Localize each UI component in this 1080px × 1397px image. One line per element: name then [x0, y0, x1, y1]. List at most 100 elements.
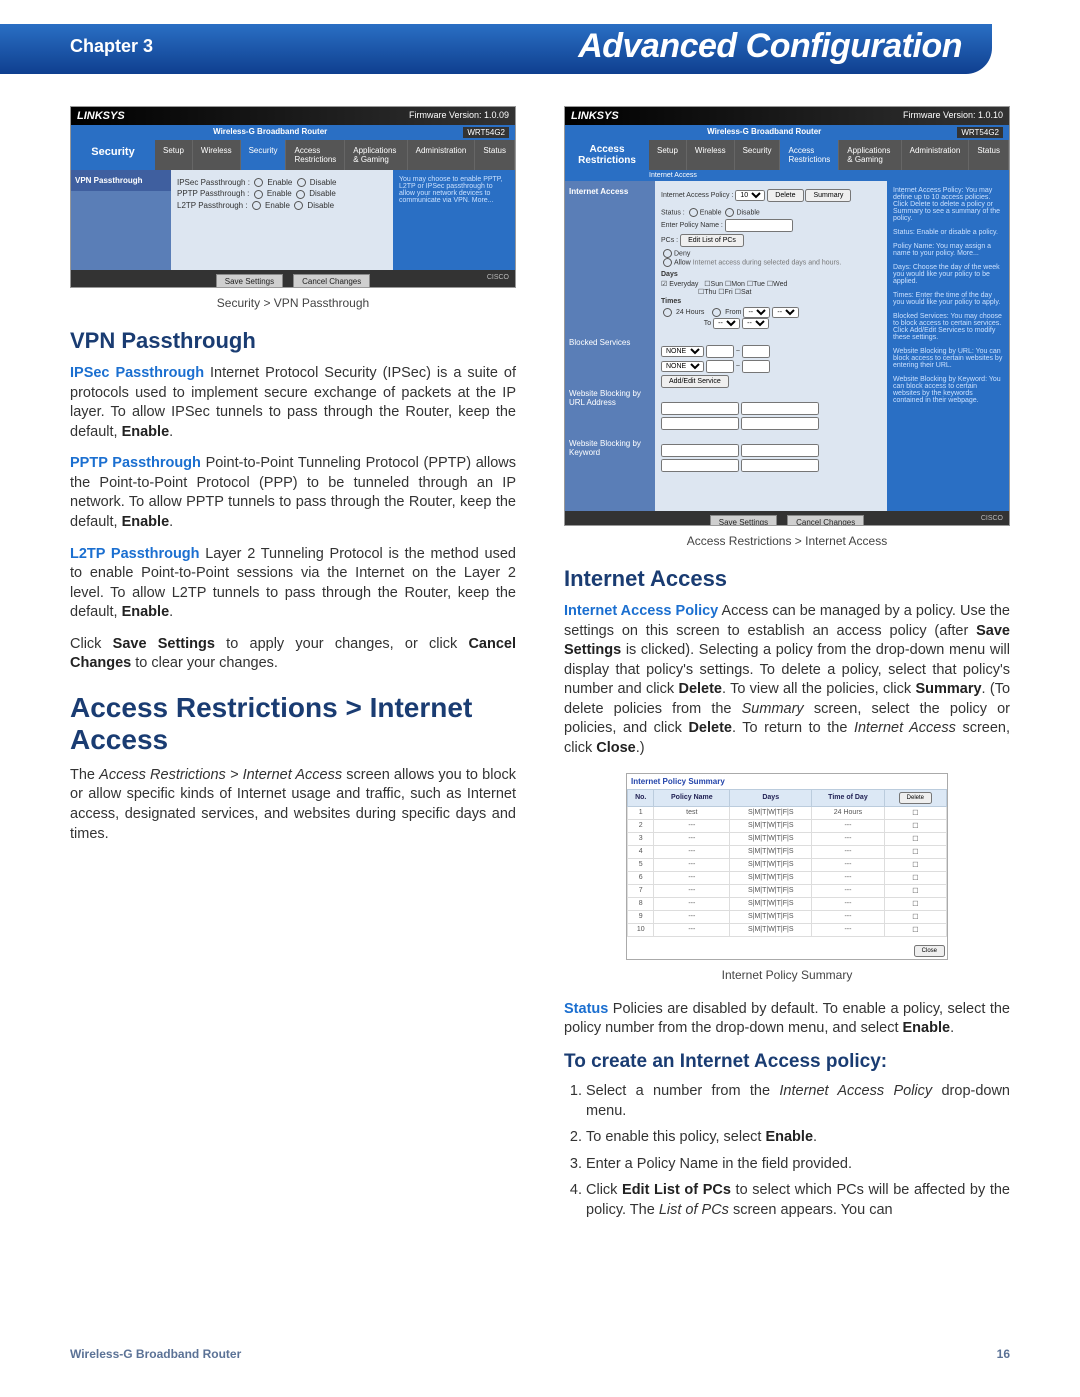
model2: WRT54G2	[957, 127, 1003, 138]
t2-apps[interactable]: Applications & Gaming	[839, 140, 901, 170]
side-ia: Internet Access	[565, 181, 655, 202]
svc1[interactable]: NONE	[661, 346, 704, 357]
pptp-disable[interactable]: Disable	[309, 189, 336, 198]
ipsec-row: IPSec Passthrough :	[177, 178, 250, 187]
caption-vpn: Security > VPN Passthrough	[70, 296, 516, 310]
page-title: Advanced Configuration	[578, 27, 962, 66]
save-button[interactable]: Save Settings	[216, 274, 283, 288]
sum-delete[interactable]: Delete	[899, 792, 932, 804]
kw2[interactable]	[741, 444, 819, 457]
l2tp-enable[interactable]: Enable	[265, 201, 290, 210]
everyday[interactable]: Everyday	[669, 281, 698, 288]
right-column: LINKSYS Firmware Version: 1.0.10 Wireles…	[564, 106, 1010, 1226]
sum-close[interactable]: Close	[914, 945, 945, 957]
url1[interactable]	[661, 402, 739, 415]
fw-version: Firmware Version: 1.0.09	[409, 110, 509, 122]
kw4[interactable]	[741, 459, 819, 472]
page-header: Chapter 3 Advanced Configuration	[0, 24, 992, 74]
f-status: Status :	[661, 209, 685, 216]
router-title: Wireless-G Broadband Router	[213, 127, 327, 138]
summary-screenshot: Internet Policy Summary No. Policy Name …	[626, 773, 948, 960]
p2[interactable]	[742, 345, 770, 358]
para-access: The Access Restrictions > Internet Acces…	[70, 766, 516, 844]
tab-status[interactable]: Status	[475, 140, 515, 170]
ipsec-enable[interactable]: Enable	[267, 178, 292, 187]
chapter-label: Chapter 3	[70, 36, 153, 57]
footer-left: Wireless-G Broadband Router	[70, 1347, 241, 1361]
f-days: Days	[661, 271, 678, 278]
para-status: Status Policies are disabled by default.…	[564, 1000, 1010, 1039]
from-m[interactable]: --	[772, 307, 799, 318]
side-keyword: Website Blocking by Keyword	[565, 433, 655, 463]
status-disable[interactable]: Disable	[736, 209, 759, 216]
fw2: Firmware Version: 1.0.10	[903, 110, 1003, 122]
cisco-logo: CISCO	[487, 274, 509, 281]
t2-security[interactable]: Security	[735, 140, 781, 170]
kw3[interactable]	[661, 459, 739, 472]
tab-access[interactable]: Access Restrictions	[286, 140, 345, 170]
tab-admin[interactable]: Administration	[408, 140, 476, 170]
pptp-row: PPTP Passthrough :	[177, 189, 249, 198]
help-panel: You may choose to enable PPTP, L2TP or I…	[393, 170, 515, 270]
to-sel[interactable]: --	[713, 318, 740, 329]
opt-deny[interactable]: Deny	[674, 250, 690, 257]
to: To	[704, 320, 711, 327]
heading-access: Access Restrictions > Internet Access	[70, 692, 516, 756]
l2tp-disable[interactable]: Disable	[307, 201, 334, 210]
help2: Internet Access Policy: You may define u…	[887, 181, 1009, 511]
section-security: Security	[71, 140, 155, 170]
policy-name-input[interactable]	[725, 219, 793, 232]
policy-select[interactable]: 10	[735, 190, 765, 201]
t2-status[interactable]: Status	[969, 140, 1009, 170]
l2tp-row: L2TP Passthrough :	[177, 201, 248, 210]
edit-pcs-btn[interactable]: Edit List of PCs	[680, 234, 744, 247]
p1[interactable]	[706, 345, 734, 358]
status-enable[interactable]: Enable	[700, 209, 722, 216]
cancel-button[interactable]: Cancel Changes	[293, 274, 370, 288]
tab-security[interactable]: Security	[241, 140, 287, 170]
url4[interactable]	[741, 417, 819, 430]
heading-ia: Internet Access	[564, 566, 1010, 592]
router-title2: Wireless-G Broadband Router	[707, 127, 821, 138]
url2[interactable]	[741, 402, 819, 415]
para-ia: Internet Access Policy Access can be man…	[564, 602, 1010, 759]
t2-wireless[interactable]: Wireless	[687, 140, 735, 170]
t2-admin[interactable]: Administration	[902, 140, 970, 170]
p3[interactable]	[706, 360, 734, 373]
opt-allow[interactable]: Allow	[674, 259, 691, 266]
caption-summary: Internet Policy Summary	[564, 968, 1010, 982]
tab-setup[interactable]: Setup	[155, 140, 193, 170]
from-sel[interactable]: --	[743, 307, 770, 318]
side-blocked: Blocked Services	[565, 332, 655, 353]
f-pcs: PCs :	[661, 237, 678, 244]
t2-access[interactable]: Access Restrictions	[780, 140, 839, 170]
para-pptp: PPTP Passthrough Point-to-Point Tunnelin…	[70, 454, 516, 532]
btn-delete[interactable]: Delete	[767, 189, 803, 202]
btn-summary[interactable]: Summary	[805, 189, 851, 202]
to-m[interactable]: --	[742, 318, 769, 329]
svc2[interactable]: NONE	[661, 361, 704, 372]
url3[interactable]	[661, 417, 739, 430]
footer-page: 16	[997, 1347, 1010, 1361]
side-url: Website Blocking by URL Address	[565, 383, 655, 413]
vpn-screenshot: LINKSYS Firmware Version: 1.0.09 Wireles…	[70, 106, 516, 288]
t2-setup[interactable]: Setup	[649, 140, 687, 170]
cancel-btn2[interactable]: Cancel Changes	[787, 515, 864, 526]
brand2: LINKSYS	[571, 110, 619, 122]
add-service-btn[interactable]: Add/Edit Service	[661, 375, 729, 388]
page-footer: Wireless-G Broadband Router 16	[70, 1347, 1010, 1361]
side-vpn: VPN Passthrough	[71, 170, 171, 191]
save-btn2[interactable]: Save Settings	[710, 515, 777, 526]
tab-apps[interactable]: Applications & Gaming	[345, 140, 407, 170]
24hours[interactable]: 24 Hours	[676, 309, 704, 316]
heading-create: To create an Internet Access policy:	[564, 1051, 1010, 1073]
pptp-enable[interactable]: Enable	[267, 189, 292, 198]
tab-wireless[interactable]: Wireless	[193, 140, 241, 170]
subtab-ia[interactable]: Internet Access	[565, 170, 1009, 181]
ipsec-disable[interactable]: Disable	[310, 178, 337, 187]
p4[interactable]	[742, 360, 770, 373]
caption-access: Access Restrictions > Internet Access	[564, 534, 1010, 548]
from: From	[725, 309, 741, 316]
create-steps: Select a number from the Internet Access…	[564, 1081, 1010, 1221]
kw1[interactable]	[661, 444, 739, 457]
